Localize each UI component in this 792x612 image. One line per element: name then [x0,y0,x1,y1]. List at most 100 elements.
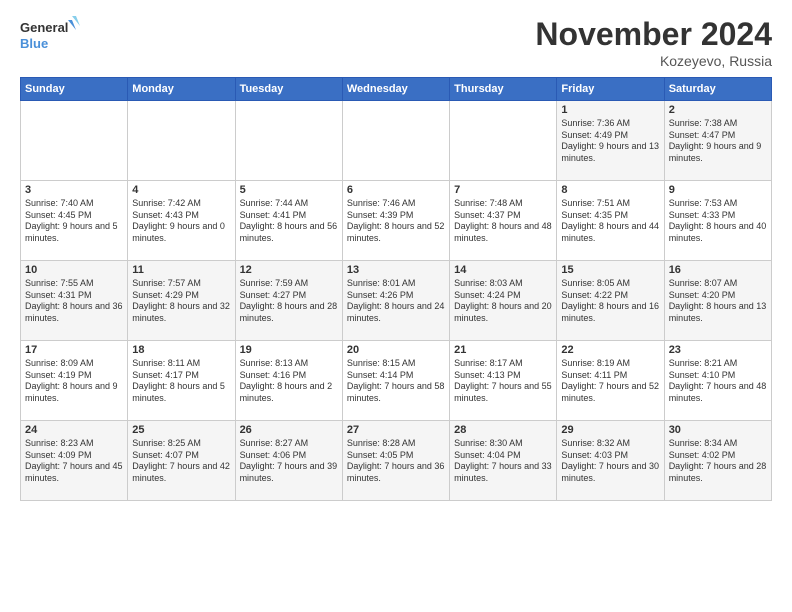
day-info: Sunset: 4:43 PM [132,210,230,222]
day-info: Sunrise: 7:38 AM [669,118,767,130]
calendar-cell: 16Sunrise: 8:07 AMSunset: 4:20 PMDayligh… [664,261,771,341]
day-info: Daylight: 8 hours and 2 minutes. [240,381,338,404]
calendar-cell: 7Sunrise: 7:48 AMSunset: 4:37 PMDaylight… [450,181,557,261]
day-info: Sunset: 4:49 PM [561,130,659,142]
day-info: Daylight: 9 hours and 13 minutes. [561,141,659,164]
calendar-week-1: 1Sunrise: 7:36 AMSunset: 4:49 PMDaylight… [21,101,772,181]
calendar-cell: 9Sunrise: 7:53 AMSunset: 4:33 PMDaylight… [664,181,771,261]
day-info: Sunset: 4:16 PM [240,370,338,382]
day-number: 3 [25,184,123,196]
day-info: Sunrise: 7:59 AM [240,278,338,290]
calendar-cell: 15Sunrise: 8:05 AMSunset: 4:22 PMDayligh… [557,261,664,341]
day-info: Sunrise: 7:48 AM [454,198,552,210]
calendar-cell: 8Sunrise: 7:51 AMSunset: 4:35 PMDaylight… [557,181,664,261]
day-number: 18 [132,344,230,356]
location: Kozeyevo, Russia [535,53,772,69]
day-info: Sunrise: 8:28 AM [347,438,445,450]
header-saturday: Saturday [664,78,771,101]
day-info: Sunset: 4:11 PM [561,370,659,382]
day-info: Sunset: 4:22 PM [561,290,659,302]
day-info: Sunrise: 8:32 AM [561,438,659,450]
calendar-cell: 28Sunrise: 8:30 AMSunset: 4:04 PMDayligh… [450,421,557,501]
header-tuesday: Tuesday [235,78,342,101]
day-number: 8 [561,184,659,196]
calendar-table: Sunday Monday Tuesday Wednesday Thursday… [20,77,772,501]
day-info: Sunset: 4:13 PM [454,370,552,382]
calendar-cell: 12Sunrise: 7:59 AMSunset: 4:27 PMDayligh… [235,261,342,341]
header-friday: Friday [557,78,664,101]
day-info: Sunset: 4:03 PM [561,450,659,462]
logo-svg: General Blue [20,16,80,56]
calendar-cell: 1Sunrise: 7:36 AMSunset: 4:49 PMDaylight… [557,101,664,181]
calendar-cell: 20Sunrise: 8:15 AMSunset: 4:14 PMDayligh… [342,341,449,421]
calendar-cell [21,101,128,181]
day-info: Sunrise: 8:25 AM [132,438,230,450]
day-info: Daylight: 8 hours and 20 minutes. [454,301,552,324]
calendar-cell: 27Sunrise: 8:28 AMSunset: 4:05 PMDayligh… [342,421,449,501]
day-info: Sunset: 4:09 PM [25,450,123,462]
day-info: Sunrise: 7:44 AM [240,198,338,210]
day-number: 24 [25,424,123,436]
calendar-cell: 26Sunrise: 8:27 AMSunset: 4:06 PMDayligh… [235,421,342,501]
day-number: 7 [454,184,552,196]
day-info: Sunset: 4:24 PM [454,290,552,302]
day-info: Daylight: 7 hours and 28 minutes. [669,461,767,484]
day-info: Sunset: 4:19 PM [25,370,123,382]
day-number: 11 [132,264,230,276]
svg-text:Blue: Blue [20,36,48,51]
day-info: Daylight: 7 hours and 33 minutes. [454,461,552,484]
day-number: 29 [561,424,659,436]
day-info: Daylight: 8 hours and 52 minutes. [347,221,445,244]
calendar-cell: 25Sunrise: 8:25 AMSunset: 4:07 PMDayligh… [128,421,235,501]
day-info: Daylight: 7 hours and 55 minutes. [454,381,552,404]
day-info: Daylight: 8 hours and 36 minutes. [25,301,123,324]
title-block: November 2024 Kozeyevo, Russia [535,16,772,69]
month-title: November 2024 [535,16,772,53]
calendar-cell [450,101,557,181]
day-info: Sunrise: 7:51 AM [561,198,659,210]
day-info: Sunset: 4:35 PM [561,210,659,222]
day-number: 10 [25,264,123,276]
calendar-week-2: 3Sunrise: 7:40 AMSunset: 4:45 PMDaylight… [21,181,772,261]
day-info: Sunrise: 8:01 AM [347,278,445,290]
calendar-cell: 19 Sunrise: 8:13 AMSunset: 4:16 PMDayligh… [235,341,342,421]
day-info: Sunset: 4:37 PM [454,210,552,222]
day-number: 19 [240,344,338,356]
main-container: General Blue November 2024 Kozeyevo, Rus… [0,0,792,511]
day-info: Sunrise: 7:46 AM [347,198,445,210]
calendar-cell [235,101,342,181]
day-number: 12 [240,264,338,276]
calendar-cell: 14Sunrise: 8:03 AMSunset: 4:24 PMDayligh… [450,261,557,341]
day-number: 14 [454,264,552,276]
day-info: Daylight: 8 hours and 28 minutes. [240,301,338,324]
svg-text:General: General [20,20,68,35]
day-info: Sunset: 4:31 PM [25,290,123,302]
day-info: Sunset: 4:26 PM [347,290,445,302]
day-info: Daylight: 7 hours and 52 minutes. [561,381,659,404]
day-number: 27 [347,424,445,436]
header-wednesday: Wednesday [342,78,449,101]
day-number: 30 [669,424,767,436]
calendar-week-4: 17Sunrise: 8:09 AMSunset: 4:19 PMDayligh… [21,341,772,421]
calendar-cell: 22Sunrise: 8:19 AMSunset: 4:11 PMDayligh… [557,341,664,421]
day-info: Sunset: 4:04 PM [454,450,552,462]
day-info: Daylight: 8 hours and 24 minutes. [347,301,445,324]
day-info: Sunrise: 8:15 AM [347,358,445,370]
day-number: 9 [669,184,767,196]
day-info: Sunrise: 7:53 AM [669,198,767,210]
day-info: Sunset: 4:06 PM [240,450,338,462]
day-info: Daylight: 7 hours and 30 minutes. [561,461,659,484]
day-info: Sunrise: 8:13 AM [240,358,338,370]
day-number: 21 [454,344,552,356]
calendar-week-3: 10Sunrise: 7:55 AMSunset: 4:31 PMDayligh… [21,261,772,341]
day-info: Daylight: 8 hours and 40 minutes. [669,221,767,244]
day-info: Daylight: 7 hours and 42 minutes. [132,461,230,484]
day-number: 6 [347,184,445,196]
day-info: Sunset: 4:05 PM [347,450,445,462]
calendar-cell: 21Sunrise: 8:17 AMSunset: 4:13 PMDayligh… [450,341,557,421]
header-sunday: Sunday [21,78,128,101]
day-info: Sunrise: 8:34 AM [669,438,767,450]
day-info: Sunrise: 8:09 AM [25,358,123,370]
day-number: 4 [132,184,230,196]
day-info: Sunrise: 8:27 AM [240,438,338,450]
